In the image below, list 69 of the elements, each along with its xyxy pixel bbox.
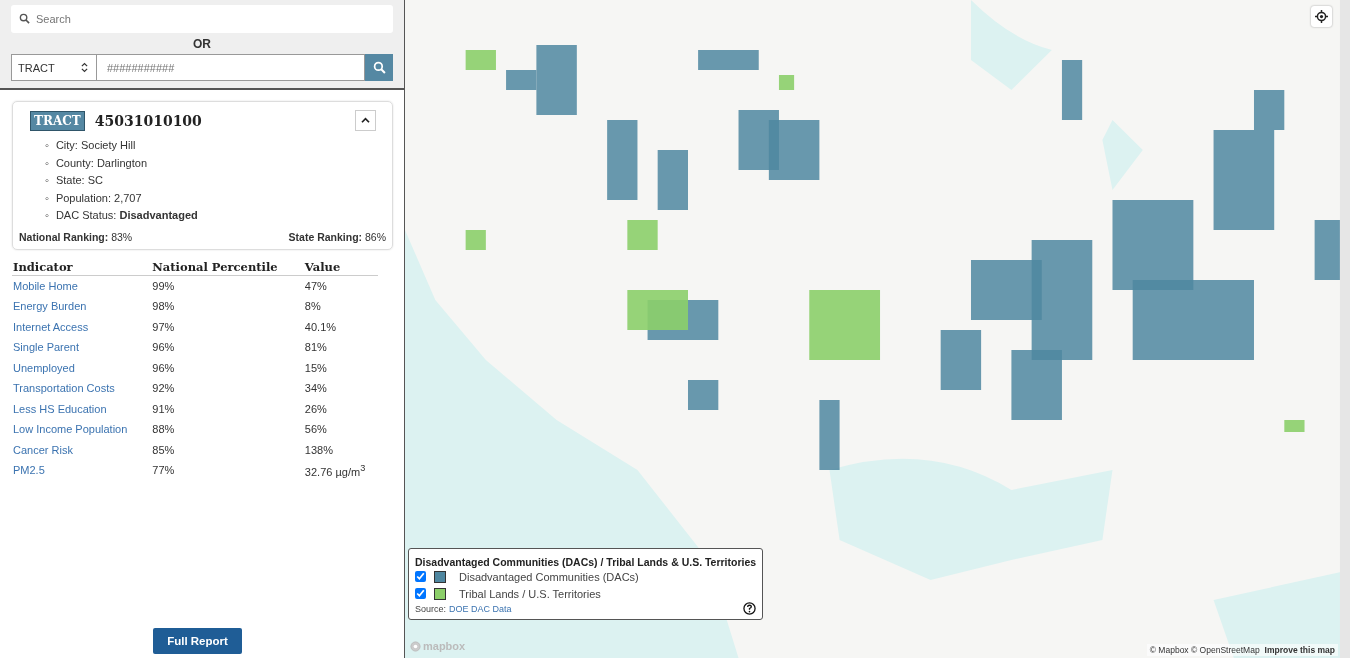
- or-label: OR: [192, 36, 212, 53]
- table-cell-text: 40.1%: [303, 319, 338, 335]
- caret-icon: [361, 117, 370, 124]
- locate-button[interactable]: [1311, 6, 1332, 27]
- indicator-link[interactable]: Internet Access: [13, 320, 89, 333]
- table-cell-text: 91%: [151, 401, 176, 417]
- tract-input[interactable]: ###########: [97, 54, 365, 81]
- detail-text: County: Darlington: [55, 156, 147, 169]
- indicator-link[interactable]: Low Income Population: [13, 423, 128, 436]
- table-cell-text: 96%: [151, 340, 176, 356]
- help-icon[interactable]: [743, 602, 757, 615]
- table-cell-text: 85%: [151, 442, 176, 458]
- table-cell-text: 97%: [151, 319, 176, 335]
- table-cell: 47%: [303, 275, 378, 296]
- detail-text: Population: 2,707: [55, 191, 142, 204]
- indicator-link[interactable]: Energy Burden: [13, 300, 87, 313]
- table-cell-text: 77%: [151, 463, 176, 479]
- table-cell-text: 138%: [303, 442, 334, 458]
- table-cell-text: 56%: [303, 422, 328, 438]
- legend-label: Disadvantaged Communities (DACs): [459, 570, 639, 583]
- bullet: ◦: [45, 191, 49, 204]
- column-header: Value: [303, 259, 378, 275]
- search-button[interactable]: [365, 54, 393, 81]
- layer-checkbox[interactable]: [415, 571, 426, 582]
- indicator-link[interactable]: PM2.5: [13, 464, 45, 477]
- bullet: ◦: [45, 174, 49, 186]
- full-report-button[interactable]: Full Report: [153, 628, 242, 654]
- table-cell-text: 92%: [151, 381, 176, 397]
- table-cell-text: 81%: [303, 340, 328, 356]
- search-field[interactable]: Search: [11, 5, 393, 33]
- tract-badge: TRACT: [30, 110, 85, 131]
- detail-text: City: Society Hill: [55, 139, 136, 151]
- indicator-link[interactable]: Unemployed: [13, 361, 75, 374]
- table-cell-text: 98%: [151, 299, 176, 315]
- column-header: National Percentile: [151, 259, 304, 275]
- indicator-link[interactable]: Mobile Home: [13, 279, 78, 292]
- state-ranking: State Ranking: 86%: [288, 230, 386, 243]
- table-cell-text: 8%: [303, 299, 322, 315]
- table-cell-text: 34%: [303, 381, 328, 397]
- bullet: ◦: [45, 156, 49, 169]
- indicator-link[interactable]: Single Parent: [13, 341, 80, 354]
- attribution-text: © Mapbox © OpenStreetMap: [1149, 645, 1260, 655]
- improve-map-link[interactable]: Improve this map: [1264, 645, 1335, 655]
- table-cell-text: 15%: [303, 360, 328, 376]
- table-cell-text: 26%: [303, 401, 328, 417]
- bullet: ◦: [45, 209, 49, 221]
- legend-title: Disadvantaged Communities (DACs) / Tribal Lands & U.S. Territories: [415, 556, 757, 568]
- search-icon: [19, 13, 30, 24]
- table-cell: 99%: [151, 275, 304, 296]
- detail-text: State: SC: [55, 174, 103, 186]
- indicator-link[interactable]: Cancer Risk: [13, 443, 73, 456]
- detail-text: DAC Status: Disadvantaged: [55, 209, 198, 221]
- type-select[interactable]: TRACT: [11, 54, 97, 81]
- table-cell-text: 88%: [151, 422, 176, 438]
- updown-caret-icon: [81, 62, 88, 73]
- column-header: Indicator: [12, 259, 152, 275]
- layer-checkbox[interactable]: [415, 588, 426, 599]
- search-icon: [372, 61, 386, 74]
- bullet: ◦: [45, 139, 49, 151]
- table-cell-text: 96%: [151, 360, 176, 376]
- indicator-link[interactable]: Transportation Costs: [13, 382, 115, 395]
- tract-id: 45031010100: [94, 112, 203, 129]
- indicator-link[interactable]: Less HS Education: [13, 402, 107, 415]
- collapse-button[interactable]: [355, 110, 376, 131]
- source-label: Source:: [415, 603, 447, 614]
- national-ranking: National Ranking: 83%: [19, 230, 133, 243]
- source-link[interactable]: DOE DAC Data: [449, 603, 512, 614]
- table-cell-text: 32.76 µg/m$^{3}$: [303, 461, 367, 480]
- legend-label: Tribal Lands / U.S. Territories: [459, 587, 601, 600]
